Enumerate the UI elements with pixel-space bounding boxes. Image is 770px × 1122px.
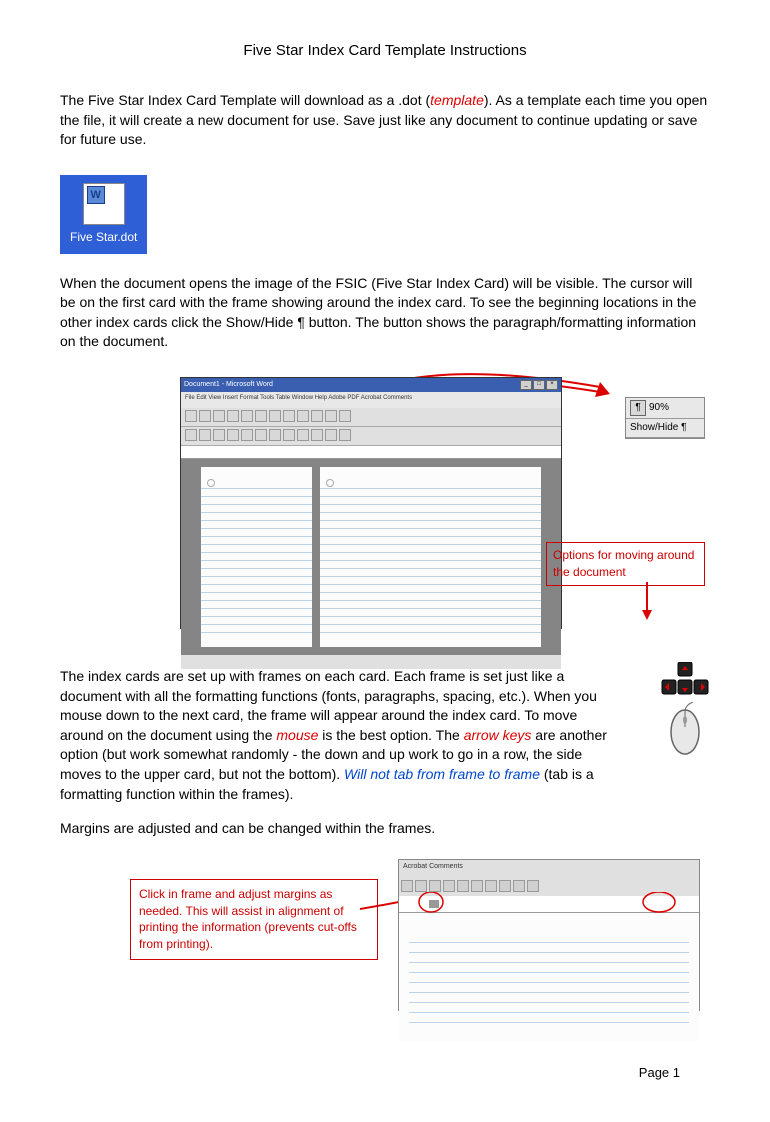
margins-section: Click in frame and adjust margins as nee… (60, 854, 710, 1034)
word-toolbar2 (181, 427, 561, 446)
arrowkeys-emphasis: arrow keys (464, 727, 532, 743)
close-icon: × (546, 380, 558, 390)
mouse-icon (650, 702, 720, 757)
word-toolbar1 (181, 408, 561, 427)
word-window: Document1 - Microsoft Word _ □ × File Ed… (180, 377, 562, 629)
nav-icons (650, 662, 720, 757)
para3: The index cards are set up with frames o… (60, 667, 710, 804)
para1-pre: The Five Star Index Card Template will d… (60, 92, 430, 108)
word-ruler (181, 446, 561, 459)
file-icon: Five Star.dot (60, 175, 147, 254)
showhide-row: Show/Hide ¶ (626, 419, 704, 438)
options-arrow (632, 582, 662, 622)
word-title-text: Document1 - Microsoft Word (184, 380, 273, 390)
options-callout: Options for moving around the document (546, 542, 705, 586)
maximize-icon: □ (533, 380, 545, 390)
margins-callout: Click in frame and adjust margins as nee… (130, 879, 378, 960)
zoom-text: 90% (649, 401, 669, 415)
mouse-emphasis: mouse (276, 727, 318, 743)
tab-emphasis: Will not tab from frame to frame (344, 766, 540, 782)
page-number: Page 1 (60, 1064, 710, 1082)
file-icon-label: Five Star.dot (70, 229, 137, 246)
ruler-circles (399, 892, 699, 916)
ruler-doc-area (399, 913, 699, 1041)
arrow-keys-icon (650, 662, 720, 696)
index-card-right (320, 467, 541, 647)
word-menubar: File Edit View Insert Format Tools Table… (181, 392, 561, 408)
showhide-text: Show/Hide ¶ (630, 421, 687, 435)
word-titlebar: Document1 - Microsoft Word _ □ × (181, 378, 561, 392)
ruler-screenshot: Acrobat Comments (398, 859, 700, 1011)
word-screenshot-section: Document1 - Microsoft Word _ □ × File Ed… (60, 367, 710, 637)
zoom-row: ¶ 90% (626, 398, 704, 419)
word-doc-icon (83, 183, 125, 225)
ruler-bar (399, 896, 699, 913)
nav-section: The index cards are set up with frames o… (60, 667, 710, 804)
window-controls: _ □ × (520, 380, 558, 390)
index-card-left (201, 467, 312, 647)
template-emphasis: template (430, 92, 484, 108)
pilcrow-icon: ¶ (630, 400, 646, 416)
para3-2: is the best option. The (318, 727, 463, 743)
para2: When the document opens the image of the… (60, 274, 710, 352)
word-canvas (181, 459, 561, 655)
page-title: Five Star Index Card Template Instructio… (60, 40, 710, 61)
minimize-icon: _ (520, 380, 532, 390)
showhide-callout: ¶ 90% Show/Hide ¶ (625, 397, 705, 439)
ruler-toolbar-label: Acrobat Comments (399, 860, 699, 878)
para4: Margins are adjusted and can be changed … (60, 819, 710, 839)
intro-paragraph: The Five Star Index Card Template will d… (60, 91, 710, 150)
